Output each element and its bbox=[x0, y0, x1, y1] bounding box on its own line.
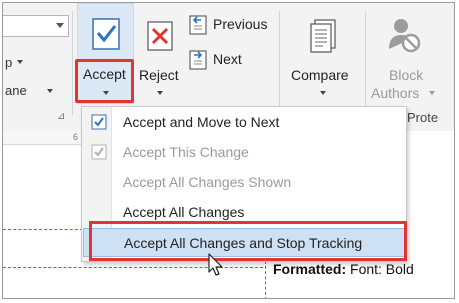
reject-button[interactable]: Reject bbox=[137, 3, 185, 104]
check-doc-icon bbox=[91, 144, 107, 160]
menu-item-label: Accept This Change bbox=[123, 144, 249, 160]
chevron-down-icon bbox=[320, 91, 326, 95]
mouse-pointer-icon bbox=[208, 253, 223, 276]
formatted-detail: Font: Bold bbox=[346, 261, 414, 277]
chevron-down-icon bbox=[429, 91, 435, 95]
ruler-mark: 6 bbox=[73, 132, 79, 142]
chevron-down-icon bbox=[157, 91, 163, 95]
menu-item-accept-all-changes-shown: Accept All Changes Shown bbox=[83, 168, 405, 197]
check-doc-icon bbox=[91, 114, 107, 130]
menu-item-label: Accept All Changes bbox=[123, 204, 245, 220]
previous-change-icon bbox=[189, 15, 207, 35]
chevron-down-icon bbox=[47, 89, 53, 93]
menu-item-accept-this-change: Accept This Change bbox=[83, 138, 405, 167]
menu-item-label: Accept All Changes Shown bbox=[123, 174, 292, 190]
accept-icon bbox=[92, 18, 120, 50]
reject-icon bbox=[147, 21, 173, 51]
previous-button[interactable]: Previous bbox=[187, 13, 277, 37]
stop-tracking-highlight-outline bbox=[89, 221, 407, 261]
divider bbox=[72, 11, 73, 115]
next-change-icon bbox=[189, 50, 207, 70]
track-change-line bbox=[3, 229, 83, 230]
horizontal-ruler: 6 bbox=[3, 131, 83, 145]
next-button[interactable]: Next bbox=[187, 48, 277, 72]
reviewing-pane-label[interactable]: ane bbox=[5, 83, 27, 98]
dialog-launcher-icon[interactable]: ⊿ bbox=[57, 111, 65, 122]
menu-item-accept-and-move-to-next[interactable]: Accept and Move to Next bbox=[83, 108, 405, 137]
compare-label: Compare bbox=[291, 67, 349, 83]
compare-button[interactable]: Compare bbox=[285, 3, 361, 104]
block-authors-label-line2: Authors bbox=[371, 85, 420, 101]
divider bbox=[279, 11, 280, 115]
compare-icon bbox=[310, 19, 336, 53]
block-authors-icon bbox=[389, 19, 421, 53]
display-for-review-dropdown[interactable] bbox=[3, 15, 69, 37]
chevron-down-icon bbox=[56, 23, 64, 28]
menu-item-label: Accept and Move to Next bbox=[123, 114, 280, 130]
previous-label: Previous bbox=[213, 16, 268, 32]
next-label: Next bbox=[213, 51, 242, 67]
chevron-down-icon bbox=[17, 60, 23, 64]
show-markup-label[interactable]: p bbox=[5, 55, 12, 70]
divider bbox=[365, 11, 366, 115]
block-authors-label-line1: Block bbox=[389, 67, 424, 83]
formatted-label: Formatted: bbox=[273, 261, 347, 277]
left-ribbon-group: p ane ⊿ bbox=[3, 3, 73, 122]
accept-highlight-outline bbox=[75, 59, 134, 103]
block-authors-button: Block Authors bbox=[369, 3, 439, 104]
word-window: p ane ⊿ Accept Reject Previous Next Comp… bbox=[2, 2, 455, 299]
formatting-balloon[interactable]: Formatted: Font: Bold bbox=[273, 261, 414, 277]
protect-group-label: Prote bbox=[407, 110, 439, 125]
reject-label: Reject bbox=[139, 67, 179, 83]
